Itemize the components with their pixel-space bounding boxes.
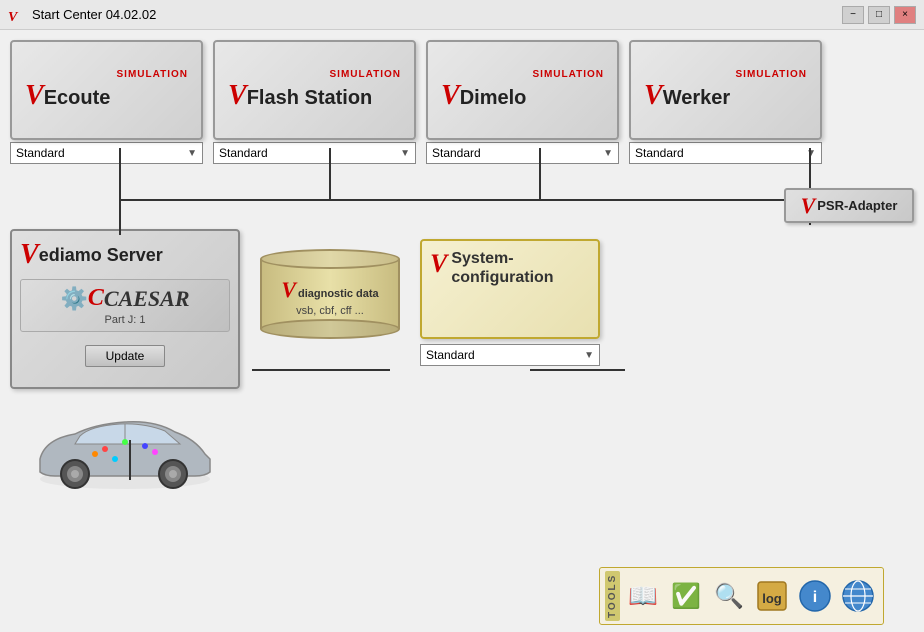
- main-content: SIMULATION V Ecoute Standard ▼ SIM: [0, 30, 924, 632]
- ecoute-title: V Ecoute: [25, 80, 188, 112]
- sys-config-name: System- configuration: [451, 249, 553, 287]
- vediamo-server-box: V ediamo Server ⚙️ C CAESAR Part J: 1: [10, 229, 240, 389]
- diag-v-logo: V: [281, 277, 296, 303]
- vediamo-server-column: V ediamo Server ⚙️ C CAESAR Part J: 1: [10, 229, 240, 499]
- dimelo-dropdown-arrow: ▼: [603, 148, 613, 159]
- svg-text:log: log: [762, 591, 782, 606]
- titlebar-controls: − □ ×: [842, 6, 916, 24]
- cylinder-container: V diagnostic data vsb, cbf, cff ...: [255, 249, 405, 339]
- dimelo-sim-label: SIMULATION: [441, 69, 604, 80]
- maximize-button[interactable]: □: [868, 6, 890, 24]
- top-apps-row: SIMULATION V Ecoute Standard ▼ SIM: [10, 40, 914, 164]
- diag-line1: diagnostic data: [298, 288, 379, 300]
- car-image-area: [10, 399, 240, 499]
- caesar-v: C: [88, 285, 104, 312]
- dimelo-dropdown-value: Standard: [432, 146, 481, 160]
- werker-dropdown-value: Standard: [635, 146, 684, 160]
- minimize-button[interactable]: −: [842, 6, 864, 24]
- tools-bar: TOOLS 📖 ✅ 🔍 log i: [599, 567, 884, 625]
- dimelo-v-logo: V: [441, 80, 460, 112]
- flashstation-title: V Flash Station: [228, 80, 401, 112]
- sys-config-dropdown-arrow: ▼: [584, 350, 594, 361]
- connection-spacer: [10, 169, 914, 219]
- manual-icon[interactable]: 📖: [623, 576, 663, 616]
- dimelo-title: V Dimelo: [441, 80, 604, 112]
- main-wrapper: SIMULATION V Ecoute Standard ▼ SIM: [10, 40, 914, 630]
- caesar-icon: ⚙️: [60, 286, 87, 312]
- psr-adapter-box[interactable]: V PSR-Adapter: [784, 188, 914, 223]
- flashstation-dropdown[interactable]: Standard ▼: [213, 142, 416, 164]
- werker-dropdown[interactable]: Standard ▼: [629, 142, 822, 164]
- ecoute-dropdown-value: Standard: [16, 146, 65, 160]
- werker-dropdown-arrow: ▼: [806, 148, 816, 159]
- ecoute-sim-label: SIMULATION: [25, 69, 188, 80]
- sys-config-name-line1: System-: [451, 249, 553, 268]
- caesar-name-row: C CAESAR: [88, 285, 190, 312]
- svg-text:V: V: [8, 10, 19, 23]
- info-icon[interactable]: i: [795, 576, 835, 616]
- caesar-row: ⚙️ C CAESAR: [60, 285, 189, 312]
- update-btn-container: Update: [20, 340, 230, 367]
- car-icon: [25, 404, 225, 494]
- ecoute-column: SIMULATION V Ecoute Standard ▼: [10, 40, 203, 164]
- werker-title: V Werker: [644, 80, 807, 112]
- dimelo-dropdown[interactable]: Standard ▼: [426, 142, 619, 164]
- bottom-section: V ediamo Server ⚙️ C CAESAR Part J: 1: [10, 229, 914, 499]
- ecoute-name: Ecoute: [44, 87, 111, 110]
- search-icon[interactable]: 🔍: [709, 576, 749, 616]
- psr-v-logo: V: [801, 193, 816, 219]
- ecoute-dropdown-arrow: ▼: [187, 148, 197, 159]
- diag-title-row: V diagnostic data: [281, 277, 378, 303]
- dimelo-card[interactable]: SIMULATION V Dimelo: [426, 40, 619, 140]
- sys-config-dropdown-value: Standard: [426, 348, 475, 362]
- log-icon[interactable]: log: [752, 576, 792, 616]
- diag-line2: vsb, cbf, cff ...: [296, 305, 364, 317]
- titlebar-title: Start Center 04.02.02: [32, 7, 156, 22]
- cylinder-bottom: [260, 319, 400, 339]
- vediamo-v-logo: V: [20, 239, 39, 271]
- flashstation-card[interactable]: SIMULATION V Flash Station: [213, 40, 416, 140]
- werker-name: Werker: [663, 87, 730, 110]
- tools-label: TOOLS: [605, 571, 620, 621]
- flashstation-v-logo: V: [228, 80, 247, 112]
- psr-adapter-area: V PSR-Adapter: [784, 188, 914, 223]
- werker-column: SIMULATION V Werker Standard ▼: [629, 40, 822, 164]
- caesar-text: CAESAR: [104, 286, 190, 312]
- update-button[interactable]: Update: [85, 345, 166, 367]
- flashstation-sim-label: SIMULATION: [228, 69, 401, 80]
- flashstation-name: Flash Station: [247, 87, 373, 110]
- tools-area: TOOLS 📖 ✅ 🔍 log i: [599, 567, 884, 625]
- sys-config-v-logo: V: [430, 249, 447, 279]
- caesar-part: Part J: 1: [105, 314, 146, 326]
- titlebar-left: V Start Center 04.02.02: [8, 7, 156, 23]
- cylinder-top: [260, 249, 400, 269]
- dimelo-name: Dimelo: [460, 87, 527, 110]
- dimelo-column: SIMULATION V Dimelo Standard ▼: [426, 40, 619, 164]
- flashstation-dropdown-arrow: ▼: [400, 148, 410, 159]
- werker-v-logo: V: [644, 80, 663, 112]
- flashstation-column: SIMULATION V Flash Station Standard ▼: [213, 40, 416, 164]
- psr-name: PSR-Adapter: [817, 198, 897, 213]
- sys-config-column: V System- configuration Standard ▼: [420, 239, 600, 366]
- app-icon: V: [8, 7, 24, 23]
- ecoute-card[interactable]: SIMULATION V Ecoute: [10, 40, 203, 140]
- close-button[interactable]: ×: [894, 6, 916, 24]
- svg-text:i: i: [813, 589, 817, 606]
- ecoute-v-logo: V: [25, 80, 44, 112]
- check-icon[interactable]: ✅: [666, 576, 706, 616]
- sys-config-name-line2: configuration: [451, 268, 553, 287]
- flashstation-dropdown-value: Standard: [219, 146, 268, 160]
- sys-config-box[interactable]: V System- configuration: [420, 239, 600, 339]
- diagnostic-data-area: V diagnostic data vsb, cbf, cff ...: [255, 249, 405, 339]
- sys-config-title-row: V System- configuration: [430, 249, 554, 287]
- werker-sim-label: SIMULATION: [644, 69, 807, 80]
- web-icon[interactable]: [838, 576, 878, 616]
- sys-config-dropdown[interactable]: Standard ▼: [420, 344, 600, 366]
- vediamo-server-name: ediamo Server: [39, 245, 163, 266]
- titlebar: V Start Center 04.02.02 − □ ×: [0, 0, 924, 30]
- ecoute-dropdown[interactable]: Standard ▼: [10, 142, 203, 164]
- vediamo-server-title: V ediamo Server: [20, 239, 230, 271]
- werker-card[interactable]: SIMULATION V Werker: [629, 40, 822, 140]
- caesar-section: ⚙️ C CAESAR Part J: 1: [20, 279, 230, 332]
